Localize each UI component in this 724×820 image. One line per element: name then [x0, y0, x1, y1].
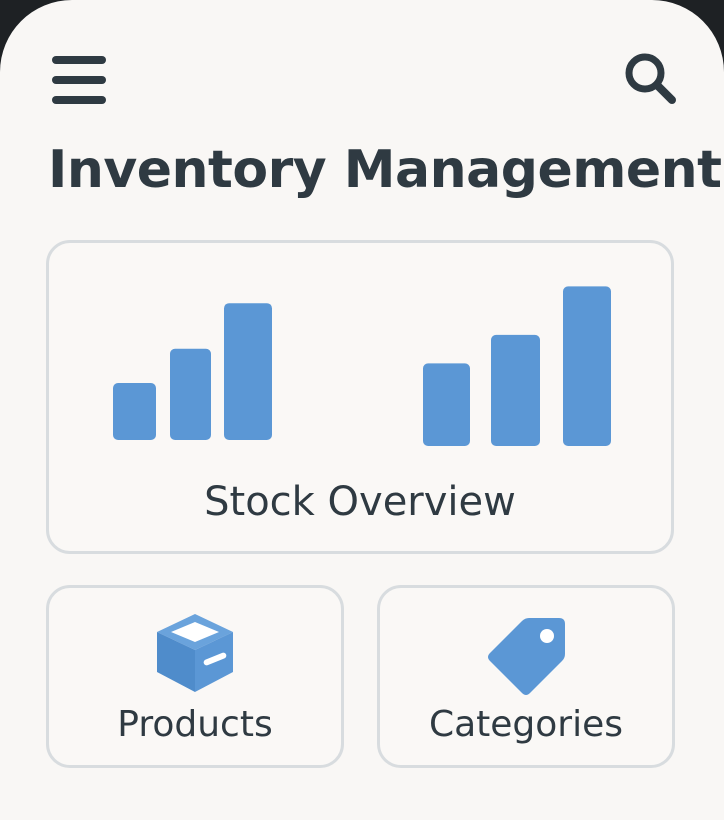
products-card[interactable]: Products: [46, 585, 344, 768]
page-title: Inventory Management: [48, 140, 722, 200]
stock-overview-label: Stock Overview: [204, 479, 516, 525]
menu-bar-bottom: [52, 96, 106, 104]
bar-chart-icon: [113, 286, 611, 446]
categories-label: Categories: [428, 704, 624, 745]
overview-bar: [423, 363, 470, 446]
menu-bar-top: [52, 56, 106, 64]
overview-bar: [113, 383, 156, 440]
stock-overview-card[interactable]: Stock Overview: [46, 240, 674, 554]
overview-bar: [563, 286, 611, 446]
hamburger-menu-icon[interactable]: [52, 56, 106, 104]
app-screen: Inventory Management Stock Overview Prod…: [0, 0, 724, 820]
search-icon[interactable]: [622, 50, 678, 106]
overview-bar: [491, 334, 540, 446]
menu-bar-middle: [52, 76, 106, 84]
categories-card[interactable]: Categories: [377, 585, 675, 768]
products-label: Products: [117, 704, 273, 745]
overview-bar: [224, 303, 272, 440]
box-icon: [157, 614, 233, 692]
tag-icon: [488, 618, 565, 695]
overview-bar: [170, 348, 211, 440]
